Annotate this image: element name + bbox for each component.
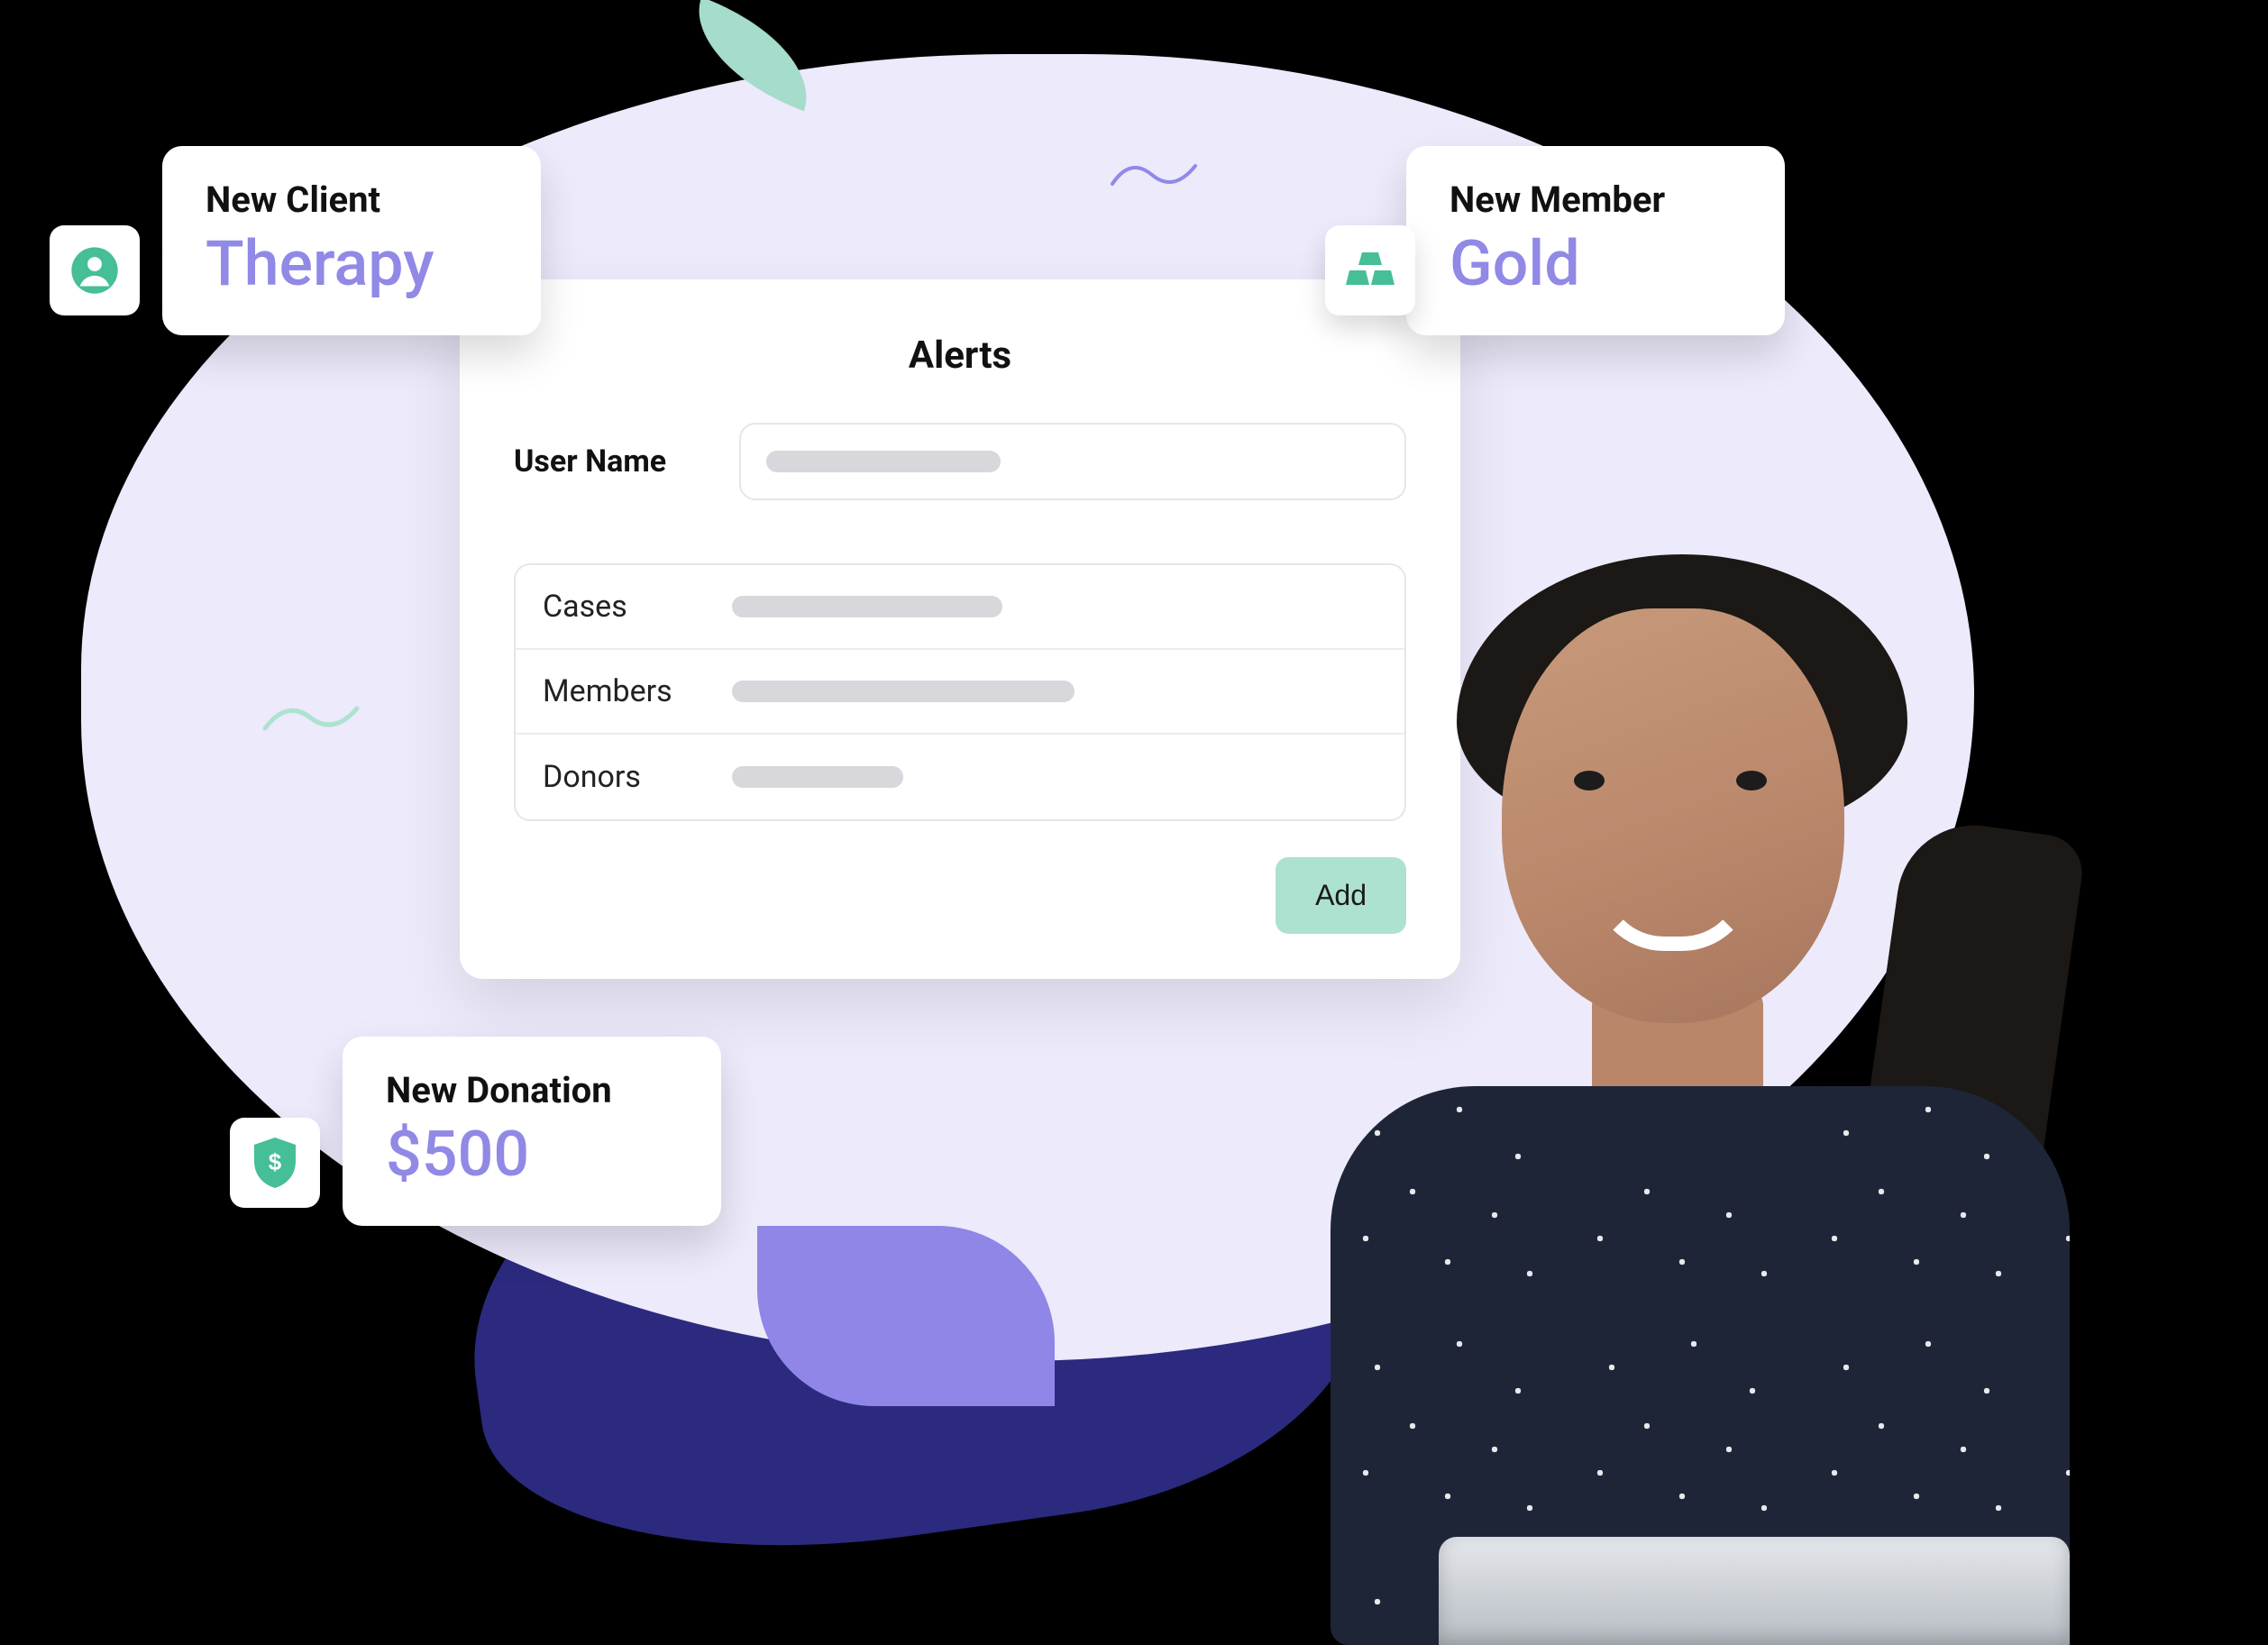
donation-shield-icon: $ <box>230 1118 320 1208</box>
new-member-title: New Member <box>1450 178 1742 221</box>
panel-title: Alerts <box>514 334 1406 378</box>
decorative-squiggle-icon <box>1109 153 1199 198</box>
skeleton-placeholder <box>732 596 1002 617</box>
new-member-card[interactable]: New Member Gold <box>1406 146 1785 335</box>
skeleton-placeholder <box>732 681 1075 702</box>
list-label: Cases <box>543 589 732 625</box>
person-photo <box>1213 500 2160 1627</box>
new-client-card[interactable]: New Client Therapy <box>162 146 541 335</box>
list-label: Members <box>543 673 732 709</box>
username-row: User Name <box>514 423 1406 500</box>
list-label: Donors <box>543 759 732 795</box>
new-client-title: New Client <box>206 178 498 221</box>
svg-text:$: $ <box>269 1148 282 1175</box>
skeleton-placeholder <box>766 451 1001 472</box>
skeleton-placeholder <box>732 766 903 788</box>
decorative-squiggle-icon <box>261 694 361 744</box>
decorative-petal-purple <box>757 1226 1055 1406</box>
new-donation-card[interactable]: New Donation $500 <box>343 1037 721 1226</box>
new-donation-title: New Donation <box>386 1069 678 1111</box>
new-donation-value: $500 <box>386 1120 678 1190</box>
person-circle-icon <box>50 225 140 315</box>
new-client-value: Therapy <box>206 230 498 299</box>
gold-bars-icon <box>1325 225 1415 315</box>
username-input[interactable] <box>739 423 1406 500</box>
username-label: User Name <box>514 443 739 480</box>
laptop <box>1439 1537 2070 1645</box>
new-member-value: Gold <box>1450 230 1742 299</box>
